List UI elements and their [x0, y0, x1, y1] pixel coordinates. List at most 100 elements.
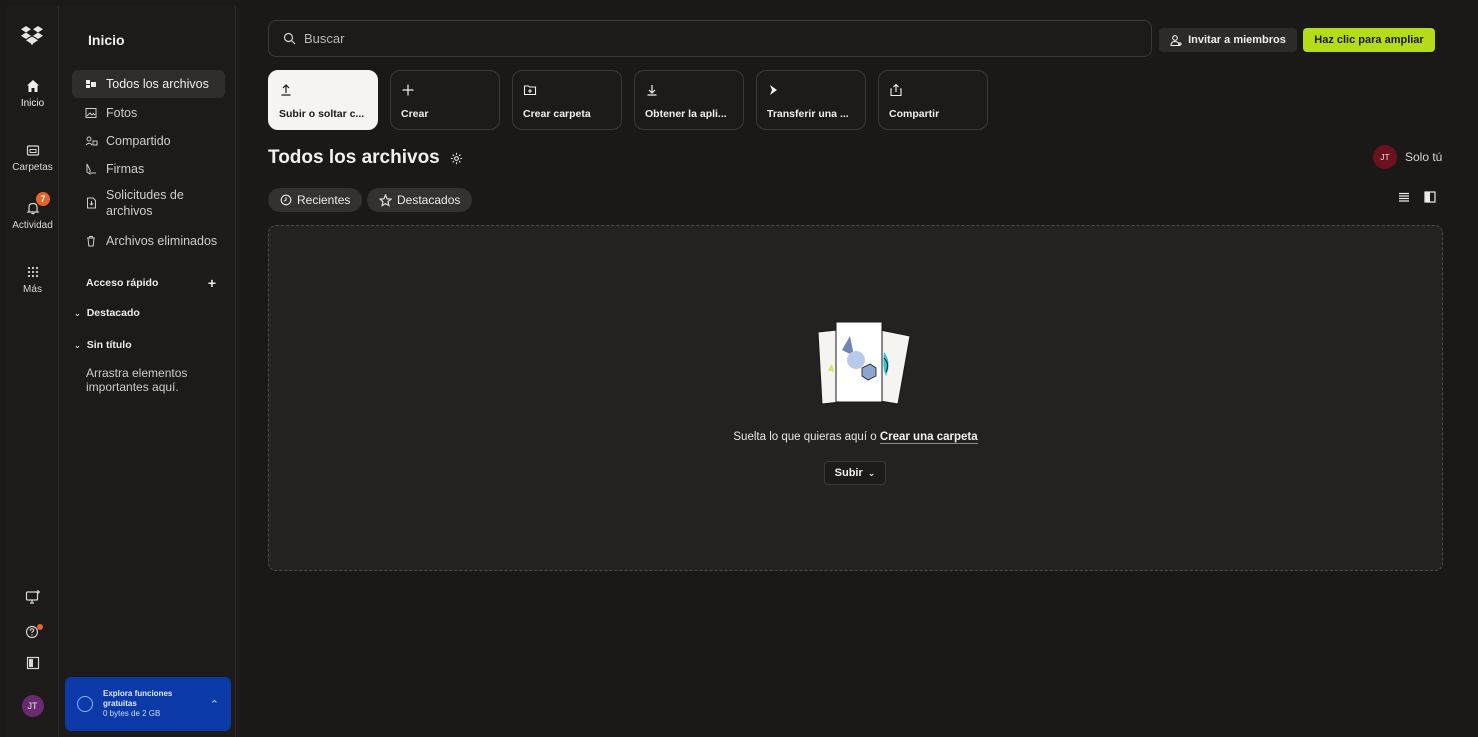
sidebar: Inicio Todos los archivos Fotos Comparti… [60, 6, 236, 737]
sidebar-item-firmas[interactable]: Firmas [72, 155, 225, 183]
signature-icon [84, 162, 98, 176]
sidebar-title: Inicio [88, 32, 125, 48]
sidebar-item-archivos-eliminados[interactable]: Archivos eliminados [72, 227, 225, 255]
tree-item-label: Sin título [86, 339, 132, 351]
action-label: Subir o soltar c... [279, 108, 365, 120]
filter-recientes[interactable]: Recientes [268, 188, 363, 212]
sidebar-item-label: Firmas [106, 162, 145, 176]
app-window: Inicio Carpetas 7 Actividad Más JT Inici… [0, 0, 1478, 737]
promo-text: Explora funciones gratuitas 0 bytes de 2… [103, 689, 200, 719]
avatar: JT [21, 695, 44, 717]
clock-badge-icon [77, 696, 93, 712]
transfer-icon [770, 85, 777, 95]
page-title: Todos los archivos [268, 147, 463, 169]
invite-label: Invitar a miembros [1188, 34, 1286, 46]
folder-icon [19, 136, 47, 164]
chevron-down-icon: ⌄ [867, 467, 876, 478]
action-label: Crear carpeta [523, 108, 591, 120]
upload-icon [281, 84, 291, 96]
upload-dropdown-button[interactable]: Subir ⌄ [824, 461, 886, 485]
sidebar-item-label: Fotos [106, 106, 138, 120]
quick-access-header: Acceso rápido + [86, 275, 216, 291]
search-input[interactable] [304, 31, 1104, 46]
file-request-icon [84, 196, 98, 210]
sidebar-item-solicitudes[interactable]: Solicitudes de archivos [72, 185, 225, 221]
action-label: Obtener la apli... [645, 108, 727, 120]
add-person-icon [1170, 34, 1183, 46]
desktop-app-button[interactable] [6, 589, 59, 605]
tree-item-destacado[interactable]: ⌄ Destacado [74, 307, 140, 319]
sidebar-item-todos-los-archivos[interactable]: Todos los archivos [72, 70, 225, 98]
dropbox-logo-icon[interactable] [20, 24, 44, 48]
share-icon [890, 83, 902, 97]
create-folder-action-button[interactable]: Crear carpeta [512, 70, 622, 130]
create-action-button[interactable]: Crear [390, 70, 500, 130]
gear-icon[interactable] [450, 152, 463, 165]
search-icon [283, 32, 296, 45]
shared-icon [84, 134, 98, 148]
upload-action-button[interactable]: Subir o soltar c... [268, 70, 378, 130]
sidebar-item-compartido[interactable]: Compartido [72, 127, 225, 155]
get-app-action-button[interactable]: Obtener la apli... [634, 70, 744, 130]
promo-title: Explora funciones gratuitas [103, 689, 173, 708]
rail-label-carpetas: Carpetas [12, 162, 53, 173]
chevron-up-icon[interactable]: ⌃ [210, 698, 219, 711]
download-icon [647, 85, 657, 96]
home-icon [19, 72, 47, 100]
promo-storage: 0 bytes de 2 GB [103, 709, 161, 718]
account-menu-button[interactable]: JT [6, 695, 59, 717]
drop-zone-message: Suelta lo que quieras aquí o Crear una c… [268, 431, 1443, 444]
photo-icon [84, 106, 98, 120]
sidebar-item-label: Solicitudes de archivos [106, 188, 184, 218]
help-notification-dot [36, 624, 43, 630]
list-view-icon[interactable] [1398, 191, 1410, 203]
transfer-action-button[interactable]: Transferir una ... [756, 70, 866, 130]
rail-item-inicio[interactable]: Inicio [6, 72, 59, 109]
invite-members-button[interactable]: Invitar a miembros [1159, 28, 1297, 52]
page-title-text: Todos los archivos [268, 147, 440, 168]
help-button[interactable] [6, 623, 59, 639]
owner-avatar: JT [1373, 145, 1397, 169]
share-action-button[interactable]: Compartir [878, 70, 988, 130]
rail-label-inicio: Inicio [20, 98, 45, 109]
filter-destacados[interactable]: Destacados [367, 188, 473, 212]
upgrade-button[interactable]: Haz clic para ampliar [1303, 28, 1435, 52]
chevron-down-icon: ⌄ [74, 340, 81, 350]
chevron-down-icon: ⌄ [74, 308, 81, 318]
sharing-status[interactable]: JT Solo tú [1373, 145, 1442, 169]
action-label: Transferir una ... [767, 108, 849, 120]
star-icon [379, 193, 392, 207]
chip-label: Destacados [397, 193, 461, 207]
create-folder-link[interactable]: Crear una carpeta [879, 431, 978, 444]
new-folder-icon [523, 85, 537, 96]
search-bar[interactable] [268, 20, 1152, 57]
sidebar-item-label: Archivos eliminados [106, 234, 218, 248]
upload-label: Subir [834, 467, 863, 479]
grid-icon [19, 258, 47, 286]
tree-item-sin-titulo[interactable]: ⌄ Sin título [74, 339, 132, 351]
details-panel-icon[interactable] [1424, 191, 1436, 203]
action-label: Crear [401, 108, 429, 120]
rail-item-actividad[interactable]: 7 Actividad [6, 192, 59, 231]
activity-count-badge: 7 [36, 192, 50, 206]
view-toggles [1398, 191, 1436, 203]
trash-icon [84, 234, 98, 248]
rail-item-carpetas[interactable]: Carpetas [6, 136, 59, 173]
add-quick-access-button[interactable]: + [208, 275, 216, 291]
sidebar-item-label: Compartido [106, 134, 171, 148]
clock-icon [280, 194, 292, 206]
action-label: Compartir [889, 108, 940, 120]
chip-label: Recientes [297, 193, 351, 207]
desktop-icon [25, 590, 40, 604]
files-icon [84, 77, 98, 91]
sidebar-item-fotos[interactable]: Fotos [72, 99, 225, 127]
rail-label-mas: Más [23, 284, 42, 295]
drop-hint-text: Arrastra elementos importantes aquí. [86, 366, 188, 394]
drop-zone-text: Suelta lo que quieras aquí o [733, 431, 877, 443]
sidebar-panel-icon [26, 656, 39, 670]
toggle-sidebar-button[interactable] [6, 656, 59, 670]
explore-features-banner[interactable]: Explora funciones gratuitas 0 bytes de 2… [65, 677, 231, 731]
rail-item-mas[interactable]: Más [6, 258, 59, 295]
tree-item-label: Destacado [86, 307, 140, 319]
empty-folder-illustration [817, 321, 911, 405]
